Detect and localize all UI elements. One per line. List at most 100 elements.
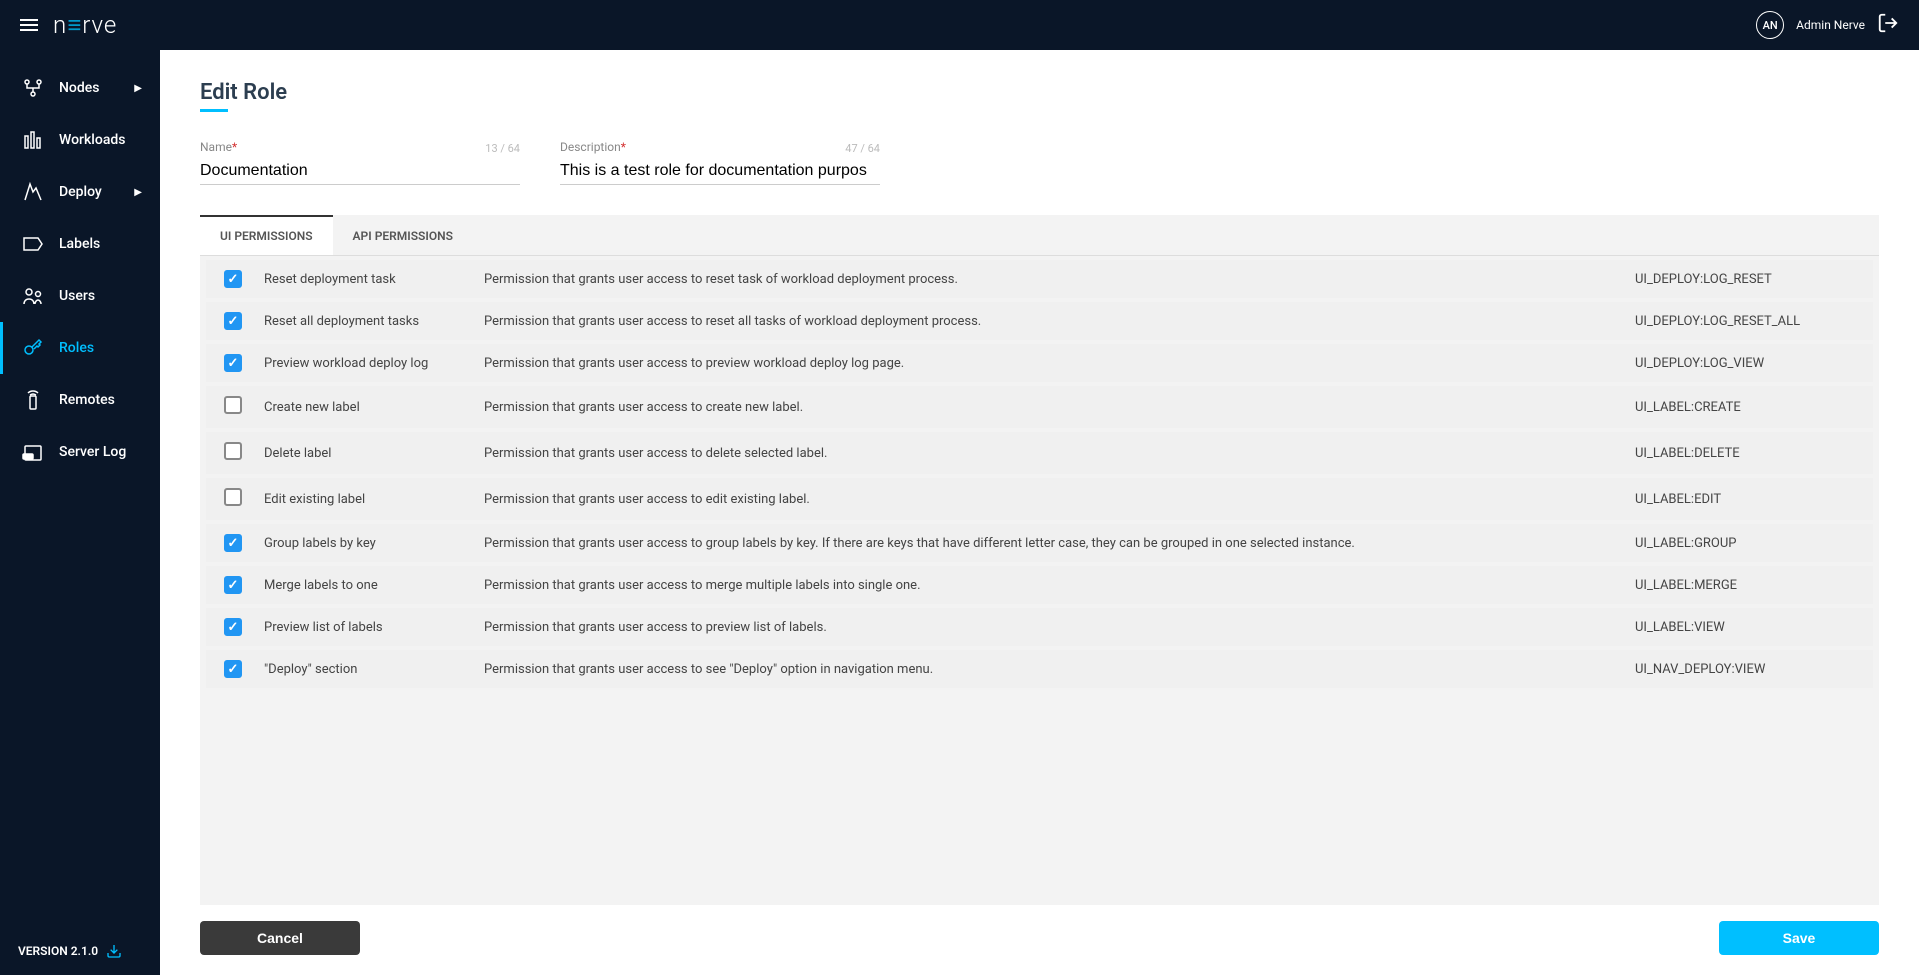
- name-char-count: 13 / 64: [485, 142, 520, 155]
- permission-row: Reset deployment taskPermission that gra…: [206, 260, 1873, 298]
- permission-code: UI_LABEL:EDIT: [1635, 492, 1855, 507]
- permission-description: Permission that grants user access to gr…: [484, 536, 1635, 551]
- version-label: VERSION 2.1.0: [0, 927, 160, 975]
- name-label: Name*: [200, 140, 520, 154]
- permission-name: Preview list of labels: [264, 620, 484, 635]
- permission-description: Permission that grants user access to de…: [484, 446, 1635, 461]
- permission-code: UI_LABEL:MERGE: [1635, 578, 1855, 593]
- sidebar-item-remotes[interactable]: Remotes: [0, 374, 160, 426]
- permission-checkbox[interactable]: [224, 396, 242, 414]
- sidebar-item-deploy[interactable]: Deploy ▶: [0, 166, 160, 218]
- topbar: n≡rve AN Admin Nerve: [0, 0, 1919, 50]
- permission-name: Delete label: [264, 446, 484, 461]
- sidebar-item-server-log[interactable]: Server Log: [0, 426, 160, 478]
- tab-api-permissions[interactable]: API PERMISSIONS: [333, 215, 473, 255]
- sidebar-item-label: Remotes: [59, 392, 115, 408]
- permission-row: Edit existing labelPermission that grant…: [206, 478, 1873, 520]
- username-label: Admin Nerve: [1796, 18, 1865, 32]
- avatar[interactable]: AN: [1756, 11, 1784, 39]
- sidebar-item-roles[interactable]: Roles: [0, 322, 160, 374]
- permission-row: Group labels by keyPermission that grant…: [206, 524, 1873, 562]
- permission-name: Reset deployment task: [264, 272, 484, 287]
- permission-description: Permission that grants user access to pr…: [484, 620, 1635, 635]
- permission-description: Permission that grants user access to me…: [484, 578, 1635, 593]
- permission-description: Permission that grants user access to pr…: [484, 356, 1635, 371]
- users-icon: [21, 284, 45, 308]
- sidebar-item-label: Server Log: [59, 444, 126, 460]
- permission-checkbox[interactable]: [224, 354, 242, 372]
- permission-checkbox[interactable]: [224, 442, 242, 460]
- logo: n≡rve: [53, 11, 117, 40]
- permission-code: UI_LABEL:VIEW: [1635, 620, 1855, 635]
- permission-row: Create new labelPermission that grants u…: [206, 386, 1873, 428]
- sidebar-item-label: Nodes: [59, 80, 99, 96]
- name-input[interactable]: [200, 158, 520, 185]
- permission-description: Permission that grants user access to re…: [484, 272, 1635, 287]
- labels-icon: [21, 232, 45, 256]
- permission-checkbox[interactable]: [224, 270, 242, 288]
- permission-name: Group labels by key: [264, 536, 484, 551]
- cancel-button[interactable]: Cancel: [200, 921, 360, 955]
- sidebar-item-label: Labels: [59, 236, 100, 252]
- description-input[interactable]: [560, 158, 880, 185]
- permission-row: Delete labelPermission that grants user …: [206, 432, 1873, 474]
- server-log-icon: [21, 440, 45, 464]
- sidebar-item-label: Workloads: [59, 132, 125, 148]
- workloads-icon: [21, 128, 45, 152]
- permission-description: Permission that grants user access to ed…: [484, 492, 1635, 507]
- permission-row: Merge labels to onePermission that grant…: [206, 566, 1873, 604]
- permission-checkbox[interactable]: [224, 618, 242, 636]
- permission-row: Reset all deployment tasksPermission tha…: [206, 302, 1873, 340]
- permission-row: Preview workload deploy logPermission th…: [206, 344, 1873, 382]
- permission-checkbox[interactable]: [224, 312, 242, 330]
- chevron-right-icon: ▶: [134, 83, 142, 94]
- sidebar-item-users[interactable]: Users: [0, 270, 160, 322]
- tab-ui-permissions[interactable]: UI PERMISSIONS: [200, 215, 333, 255]
- permission-code: UI_LABEL:CREATE: [1635, 400, 1855, 415]
- main-content: Edit Role Name* 13 / 64 Description* 47 …: [160, 50, 1919, 975]
- permission-code: UI_LABEL:GROUP: [1635, 536, 1855, 551]
- permission-code: UI_DEPLOY:LOG_VIEW: [1635, 356, 1855, 371]
- permission-name: Edit existing label: [264, 492, 484, 507]
- sidebar-item-nodes[interactable]: Nodes ▶: [0, 62, 160, 114]
- chevron-right-icon: ▶: [134, 187, 142, 198]
- description-char-count: 47 / 64: [845, 142, 880, 155]
- permission-checkbox[interactable]: [224, 660, 242, 678]
- remotes-icon: [21, 388, 45, 412]
- download-icon[interactable]: [106, 943, 122, 959]
- permission-code: UI_LABEL:DELETE: [1635, 446, 1855, 461]
- permission-name: Preview workload deploy log: [264, 356, 484, 371]
- sidebar-item-workloads[interactable]: Workloads: [0, 114, 160, 166]
- sidebar-item-label: Users: [59, 288, 95, 304]
- permission-name: "Deploy" section: [264, 662, 484, 677]
- permission-description: Permission that grants user access to se…: [484, 662, 1635, 677]
- page-title: Edit Role: [200, 80, 1879, 105]
- sidebar-item-labels[interactable]: Labels: [0, 218, 160, 270]
- permission-row: Preview list of labelsPermission that gr…: [206, 608, 1873, 646]
- name-field-wrapper: Name* 13 / 64: [200, 140, 520, 185]
- nodes-icon: [21, 76, 45, 100]
- permission-description: Permission that grants user access to cr…: [484, 400, 1635, 415]
- permission-checkbox[interactable]: [224, 534, 242, 552]
- description-label: Description*: [560, 140, 880, 154]
- permission-code: UI_DEPLOY:LOG_RESET: [1635, 272, 1855, 287]
- logout-icon[interactable]: [1877, 12, 1899, 38]
- permission-code: UI_NAV_DEPLOY:VIEW: [1635, 662, 1855, 677]
- sidebar-item-label: Roles: [59, 340, 94, 356]
- save-button[interactable]: Save: [1719, 921, 1879, 955]
- roles-icon: [21, 336, 45, 360]
- deploy-icon: [21, 180, 45, 204]
- title-underline: [200, 109, 228, 112]
- permission-name: Create new label: [264, 400, 484, 415]
- sidebar-item-label: Deploy: [59, 184, 102, 200]
- permission-checkbox[interactable]: [224, 576, 242, 594]
- menu-toggle-icon[interactable]: [20, 19, 38, 31]
- permission-checkbox[interactable]: [224, 488, 242, 506]
- permission-code: UI_DEPLOY:LOG_RESET_ALL: [1635, 314, 1855, 329]
- permission-name: Merge labels to one: [264, 578, 484, 593]
- permissions-list[interactable]: Reset deployment taskPermission that gra…: [200, 256, 1879, 905]
- permission-description: Permission that grants user access to re…: [484, 314, 1635, 329]
- sidebar: Nodes ▶ Workloads Deploy ▶ Labels Users Roles Re…: [0, 50, 160, 975]
- permission-name: Reset all deployment tasks: [264, 314, 484, 329]
- tabs: UI PERMISSIONS API PERMISSIONS: [200, 215, 1879, 256]
